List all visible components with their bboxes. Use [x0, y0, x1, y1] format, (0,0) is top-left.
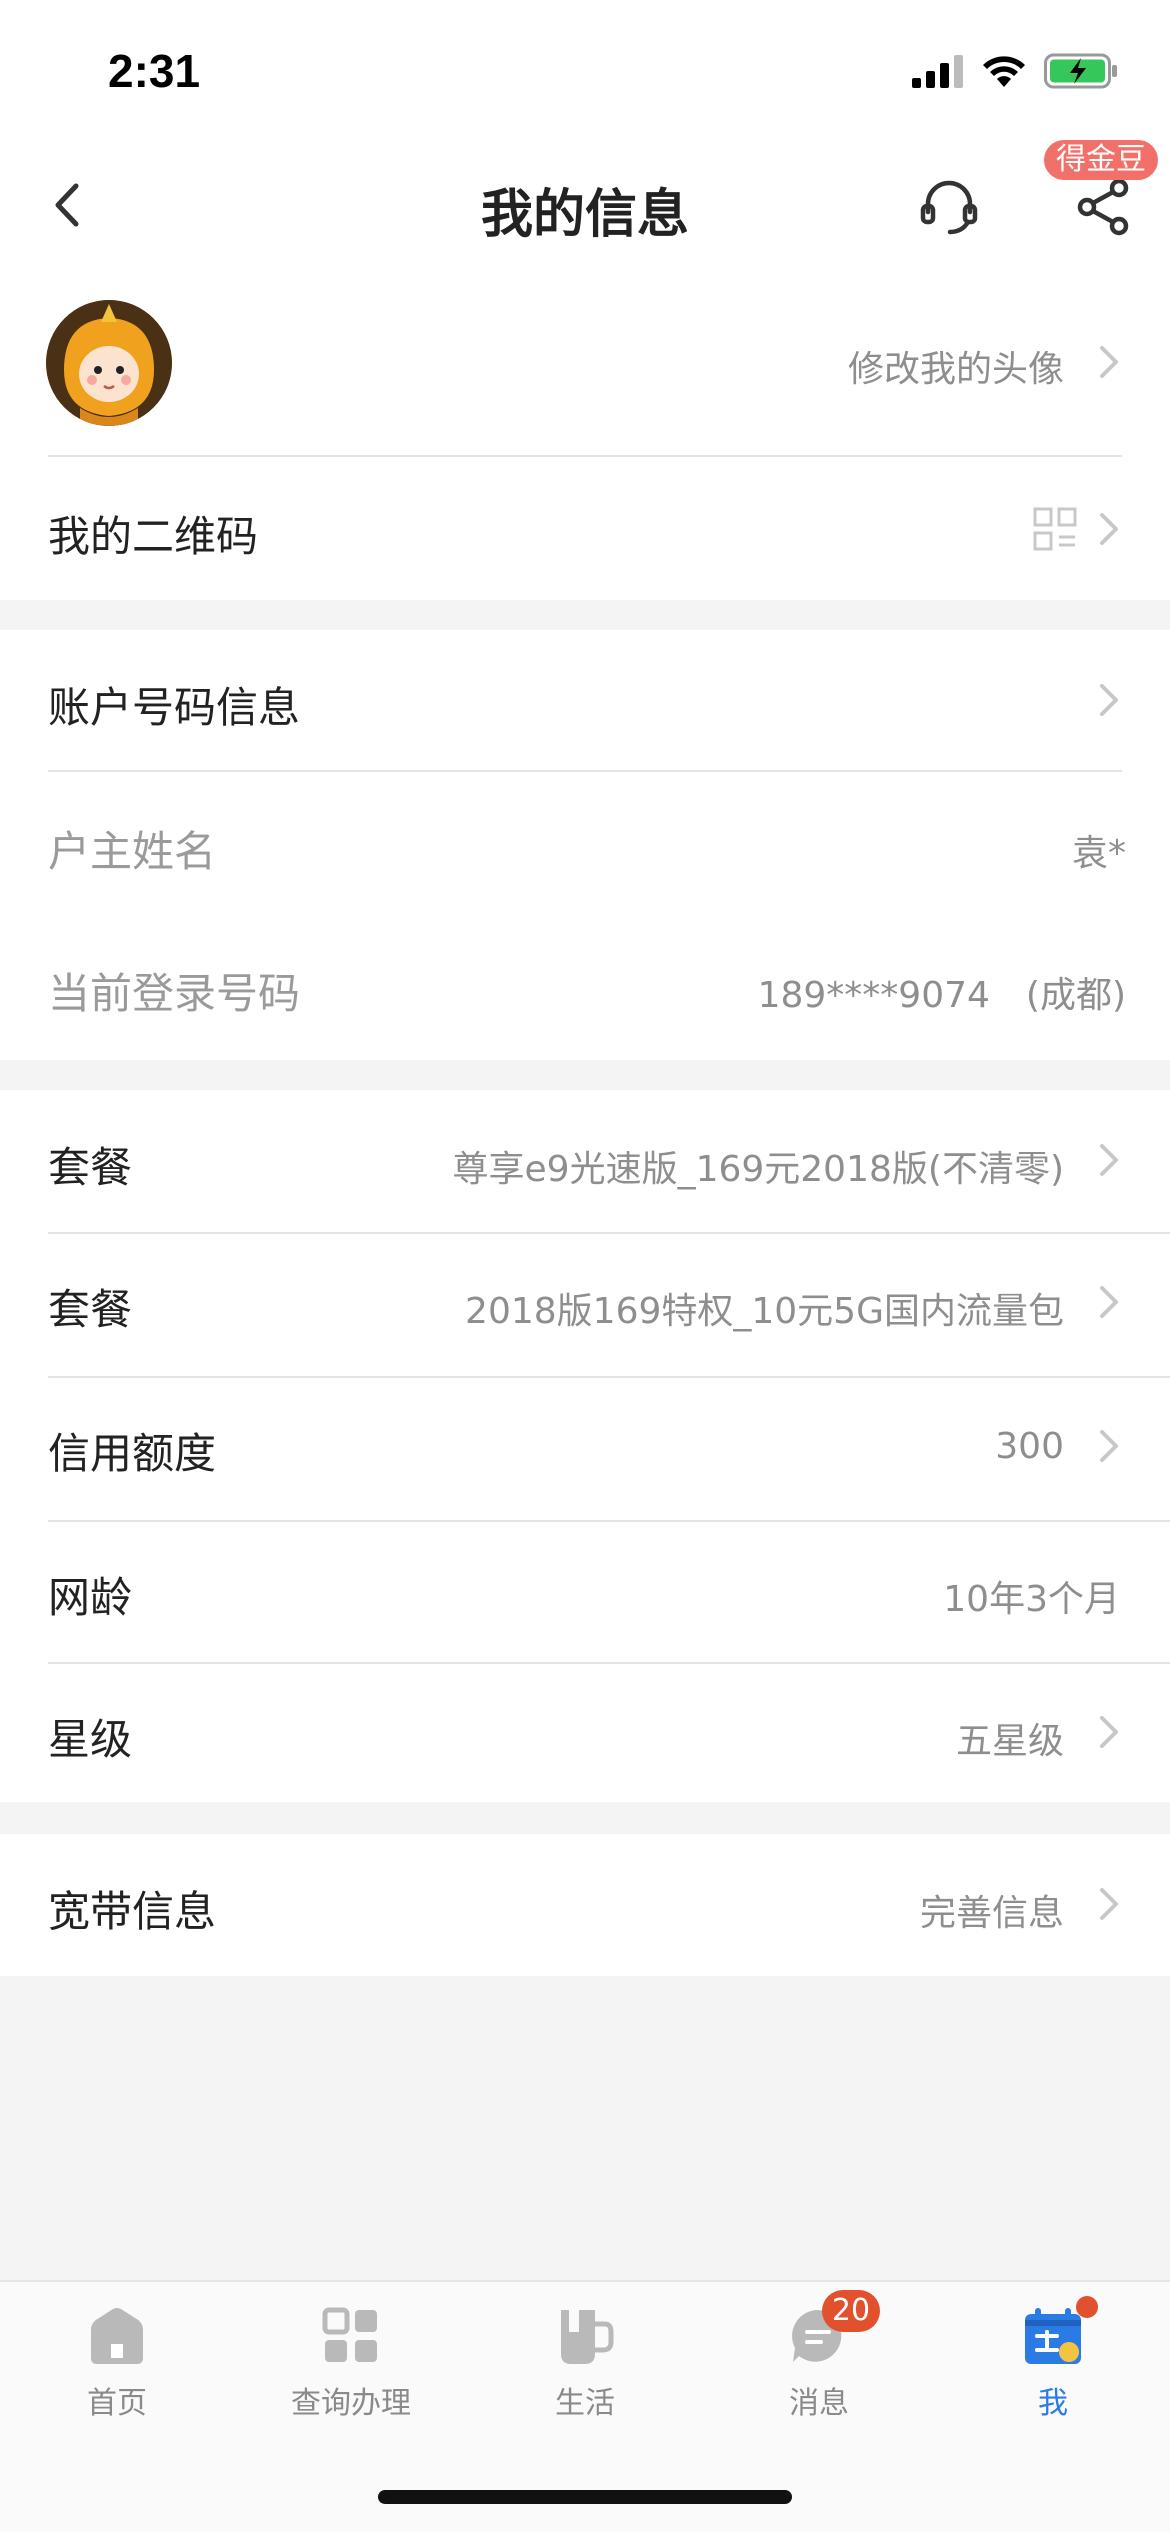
tenure-row: 网龄 10年3个月 — [0, 1522, 1170, 1662]
bean-reward-badge[interactable]: 得金豆 — [1044, 140, 1158, 180]
cup-icon — [561, 2310, 614, 2364]
tab-life[interactable]: 生活 — [468, 2282, 702, 2452]
status-icons — [912, 52, 1120, 90]
broadband-value: 完善信息 — [919, 1893, 1064, 1934]
home-indicator — [378, 2490, 792, 2504]
chevron-right-icon — [1100, 1716, 1118, 1748]
nav-bar: 我的信息 — [0, 140, 1170, 270]
tab-label: 生活 — [555, 2386, 615, 2421]
wifi-icon — [983, 56, 1025, 87]
home-icon — [91, 2308, 143, 2364]
star-level-label: 星级 — [48, 1715, 133, 1764]
tab-label: 消息 — [789, 2386, 849, 2421]
tenure-label: 网龄 — [48, 1573, 133, 1622]
login-number-value: 189****9074 (成都) — [757, 975, 1126, 1016]
tab-label: 我 — [1038, 2386, 1068, 2421]
page-title: 我的信息 — [480, 185, 689, 245]
chevron-right-icon — [1100, 1286, 1118, 1318]
tab-home[interactable]: 首页 — [0, 2282, 234, 2452]
tab-me[interactable]: 我 — [936, 2282, 1170, 2452]
plan-row[interactable]: 套餐 2018版169特权_10元5G国内流量包 — [0, 1234, 1170, 1376]
login-number-row: 当前登录号码 189****9074 (成都) — [0, 914, 1170, 1060]
owner-name-row: 户主姓名 袁* — [0, 772, 1170, 914]
plan-label: 套餐 — [48, 1143, 133, 1192]
tenure-value: 10年3个月 — [943, 1579, 1120, 1620]
login-number-label: 当前登录号码 — [48, 969, 301, 1018]
notification-dot — [1076, 2296, 1098, 2318]
chevron-right-icon — [1100, 346, 1118, 378]
owner-name-value: 袁* — [1071, 833, 1126, 874]
status-bar: 2:31 — [0, 0, 1170, 140]
account-info-label: 账户号码信息 — [48, 683, 301, 732]
grid-icon — [322, 2307, 377, 2362]
change-avatar-row[interactable]: 修改我的头像 — [0, 270, 1170, 455]
chevron-right-icon — [1100, 513, 1118, 545]
broadband-label: 宽带信息 — [48, 1887, 217, 1936]
chevron-right-icon — [1100, 1144, 1118, 1176]
share-icon[interactable] — [1073, 176, 1135, 238]
status-time: 2:31 — [108, 45, 201, 97]
star-level-row[interactable]: 星级 五星级 — [0, 1664, 1170, 1802]
tab-query[interactable]: 查询办理 — [234, 2282, 468, 2452]
sign-calendar-icon — [1025, 2308, 1081, 2364]
owner-name-label: 户主姓名 — [48, 827, 217, 876]
change-avatar-label: 修改我的头像 — [847, 349, 1064, 390]
battery-charging-icon — [1044, 53, 1117, 89]
plan-row[interactable]: 套餐 尊享e9光速版_169元2018版(不清零) — [0, 1090, 1170, 1232]
signal-icon — [912, 55, 963, 88]
customer-service-icon[interactable] — [918, 176, 980, 238]
account-info-row[interactable]: 账户号码信息 — [0, 630, 1170, 770]
plan-label: 套餐 — [48, 1285, 133, 1334]
credit-limit-value: 300 — [995, 1426, 1064, 1467]
message-count-badge: 20 — [822, 2290, 880, 2332]
credit-limit-row[interactable]: 信用额度 300 — [0, 1378, 1170, 1520]
plan-value: 尊享e9光速版_169元2018版(不清零) — [452, 1149, 1064, 1190]
chevron-right-icon — [1100, 1888, 1118, 1920]
broadband-row[interactable]: 宽带信息 完善信息 — [0, 1834, 1170, 1976]
chevron-right-icon — [1100, 684, 1118, 716]
tab-label: 首页 — [87, 2386, 147, 2421]
qr-code-row[interactable]: 我的二维码 — [0, 457, 1170, 600]
chevron-right-icon — [1100, 1430, 1118, 1462]
qr-code-label: 我的二维码 — [48, 512, 259, 561]
credit-limit-label: 信用额度 — [48, 1429, 217, 1478]
tab-messages[interactable]: 消息 — [702, 2282, 936, 2452]
star-level-value: 五星级 — [955, 1721, 1064, 1762]
qr-code-icon — [1033, 507, 1077, 551]
tab-label: 查询办理 — [291, 2386, 411, 2421]
plan-value: 2018版169特权_10元5G国内流量包 — [465, 1291, 1064, 1332]
